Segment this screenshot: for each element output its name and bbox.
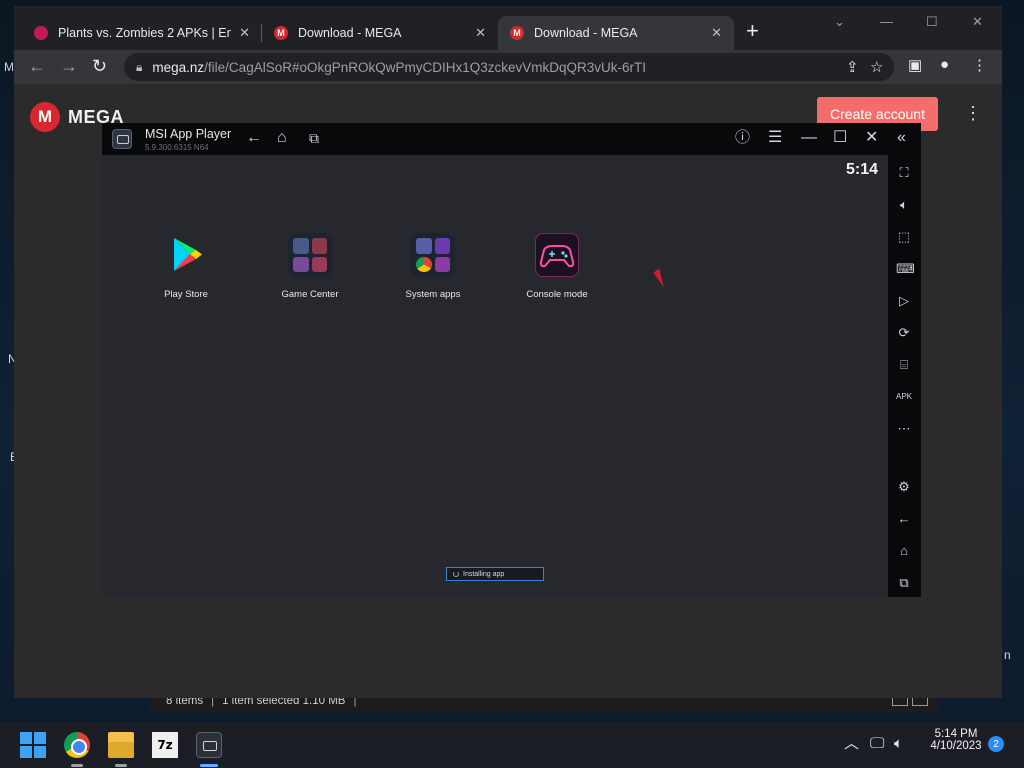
star-icon[interactable]: ☆ [870, 58, 883, 76]
msi-app-player-icon[interactable] [196, 732, 222, 758]
installing-toast: Installing app [446, 567, 544, 581]
side-panel-icon[interactable]: ▣ [908, 56, 922, 74]
game-center-icon [288, 233, 332, 277]
volume-icon[interactable]: 🔈︎ [894, 735, 903, 753]
maximize-icon[interactable]: ☐ [926, 14, 938, 30]
multi-instance-icon[interactable]: ⧉ [309, 129, 319, 147]
close-tab-icon[interactable]: ✕ [475, 25, 486, 41]
minimize-icon[interactable]: — [801, 129, 817, 147]
close-tab-icon[interactable]: ✕ [239, 25, 250, 41]
close-tab-icon[interactable]: ✕ [711, 25, 722, 41]
apk-icon[interactable]: APK [896, 389, 912, 405]
app-game-center[interactable]: Game Center [260, 233, 360, 300]
apk-site-favicon-icon [34, 26, 48, 40]
tab-title: Download - MEGA [298, 26, 402, 40]
show-hidden-icons-icon[interactable]: ︿ [844, 735, 859, 753]
fullscreen-icon[interactable]: ⛶ [896, 165, 912, 181]
clock-time: 5:14 PM [934, 728, 978, 740]
keyboard-icon[interactable]: ⌨ [896, 261, 915, 277]
desktop-edge-letter: n [1004, 648, 1011, 662]
home-icon[interactable]: ⌂ [277, 129, 287, 147]
record-icon[interactable]: ▷ [896, 293, 912, 309]
app-label: Game Center [281, 289, 339, 300]
chrome-icon[interactable] [64, 732, 90, 758]
clock-date: 4/10/2023 [930, 740, 982, 752]
taskbar: 7z ︿ 🖵︎ 🔈︎ 5:14 PM 4/10/2023 2 [0, 722, 1024, 768]
running-indicator [115, 764, 127, 767]
close-icon[interactable]: ✕ [865, 129, 878, 147]
player-version: 5.9.300.6315 N64 [145, 143, 209, 152]
play-store-icon [164, 233, 208, 277]
rotate-icon[interactable]: ⟳ [896, 325, 912, 341]
new-tab-icon[interactable]: + [746, 20, 759, 42]
desktop-edge-letter: M [4, 60, 14, 74]
back-icon[interactable]: ← [28, 56, 46, 76]
url-host: mega.nz [152, 59, 205, 75]
menu-icon[interactable]: ☰ [768, 129, 782, 147]
spinner-icon [453, 571, 459, 577]
app-play-store[interactable]: Play Store [136, 233, 236, 300]
collapse-sidebar-icon[interactable]: « [897, 129, 906, 147]
tab-title: Download - MEGA [534, 26, 638, 40]
installing-text: Installing app [463, 570, 505, 578]
app-label: System apps [405, 289, 461, 300]
mega-favicon-icon: M [510, 26, 524, 40]
mega-logo-icon: M [30, 102, 60, 132]
notification-badge[interactable]: 2 [988, 736, 1004, 752]
volume-icon[interactable]: 🔈︎ [896, 197, 912, 213]
reload-icon[interactable]: ↻ [92, 56, 107, 76]
maximize-icon[interactable]: ☐ [833, 129, 847, 147]
network-icon[interactable]: 🖵︎ [870, 735, 884, 753]
close-window-icon[interactable]: ✕ [972, 14, 983, 30]
lock-icon[interactable]: 🔒︎ [136, 60, 142, 75]
android-home-screen: 5:14 Play Store Game Center System apps … [102, 155, 888, 597]
more-icon[interactable]: ⋯ [896, 421, 912, 437]
pointer-icon[interactable]: ⬚ [896, 229, 912, 245]
tab-mega-download-active[interactable]: M Download - MEGA ✕ [498, 16, 734, 50]
app-console-mode[interactable]: Console mode [507, 233, 607, 300]
settings-icon[interactable]: ⚙ [896, 479, 912, 495]
more-options-icon[interactable]: ⋮ [964, 104, 982, 122]
minimize-icon[interactable]: — [880, 14, 893, 29]
menu-icon[interactable]: ⋮ [972, 56, 987, 74]
tab-strip: Plants vs. Zombies 2 APKs | Emen ✕ M Dow… [14, 6, 1002, 50]
msi-logo-icon [112, 129, 132, 149]
browser-toolbar: ← → ↻ 🔒︎ mega.nz /file/CagAlSoR#oOkgPnRO… [14, 50, 1002, 84]
file-explorer-icon[interactable] [108, 732, 134, 758]
android-clock: 5:14 [845, 161, 878, 178]
app-label: Play Store [164, 289, 208, 300]
home-icon[interactable]: ⌂ [896, 543, 912, 559]
player-title-bar: MSI App Player 5.9.300.6315 N64 ← ⌂ ⧉ ⓘ … [102, 123, 921, 155]
system-clock[interactable]: 5:14 PM 4/10/2023 [924, 728, 988, 752]
back-icon[interactable]: ← [896, 511, 912, 527]
macro-icon[interactable]: ⌸ [896, 357, 912, 373]
forward-icon[interactable]: → [60, 56, 78, 76]
msi-app-player-window: MSI App Player 5.9.300.6315 N64 ← ⌂ ⧉ ⓘ … [102, 123, 921, 597]
address-bar[interactable]: 🔒︎ mega.nz /file/CagAlSoR#oOkgPnROkQwPmy… [124, 53, 894, 81]
mouse-cursor-icon [653, 268, 670, 288]
tab-title: Plants vs. Zombies 2 APKs | Emen [58, 26, 231, 40]
player-title: MSI App Player [145, 127, 232, 141]
url-path: /file/CagAlSoR#oOkgPnROkQwPmyCDIHx1Q3zck… [204, 59, 647, 75]
help-icon[interactable]: ⓘ [735, 129, 750, 147]
tab-plants-vs-zombies[interactable]: Plants vs. Zombies 2 APKs | Emen ✕ [22, 16, 262, 50]
app-label: Console mode [526, 289, 588, 300]
profile-icon[interactable]: ● [940, 56, 949, 73]
console-mode-icon [535, 233, 579, 277]
system-apps-icon [411, 233, 455, 277]
mega-favicon-icon: M [274, 26, 288, 40]
running-indicator [71, 764, 83, 767]
back-icon[interactable]: ← [246, 129, 262, 147]
tab-search-icon[interactable]: ⌄ [834, 14, 845, 30]
player-sidebar: ⛶ 🔈︎ ⬚ ⌨ ▷ ⟳ ⌸ APK ⋯ ⚙ ← ⌂ ⧉ [888, 155, 921, 597]
active-indicator [200, 764, 218, 767]
start-icon[interactable] [20, 732, 46, 758]
7zip-icon[interactable]: 7z [152, 732, 178, 758]
tab-mega-download[interactable]: M Download - MEGA ✕ [262, 16, 498, 50]
app-system-apps[interactable]: System apps [383, 233, 483, 300]
share-icon[interactable]: ⇪ [846, 58, 859, 76]
recents-icon[interactable]: ⧉ [896, 575, 912, 591]
